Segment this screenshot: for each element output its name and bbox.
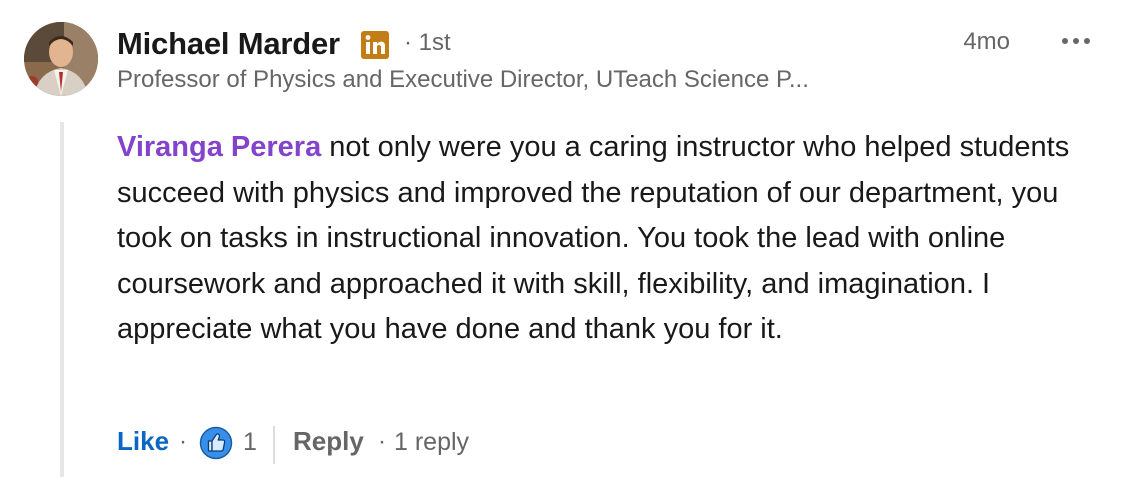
comment-item: Michael Marder · 1st 4mo Professor of Ph…	[0, 0, 1126, 478]
like-button[interactable]: Like	[117, 426, 169, 457]
separator-dot: ·	[179, 428, 187, 455]
like-reaction-icon[interactable]	[199, 426, 233, 460]
author-headline: Professor of Physics and Executive Direc…	[117, 66, 809, 93]
actions-divider	[273, 426, 275, 464]
more-options-button[interactable]	[1056, 24, 1096, 58]
comment-header: Michael Marder · 1st 4mo	[117, 24, 1102, 64]
comment-timestamp: 4mo	[963, 28, 1010, 55]
reaction-count[interactable]: 1	[243, 428, 257, 457]
linkedin-premium-icon	[361, 31, 389, 59]
comment-text: Viranga Perera not only were you a carin…	[117, 125, 1102, 353]
reply-button[interactable]: Reply	[293, 426, 364, 457]
reply-count-link[interactable]: 1 reply	[394, 428, 469, 457]
degree-label: 1st	[418, 29, 451, 56]
comment-actions: Like · 1 Reply · 1 reply	[117, 422, 1126, 466]
separator-dot: ·	[378, 428, 386, 455]
avatar[interactable]	[24, 22, 98, 96]
degree-separator: ·	[404, 29, 412, 56]
comment-body-text: not only were you a caring instructor wh…	[117, 131, 1070, 345]
thread-line	[60, 122, 64, 477]
avatar-photo	[24, 22, 98, 96]
ellipsis-icon	[1062, 38, 1090, 44]
author-name[interactable]: Michael Marder	[117, 26, 340, 62]
mention-link[interactable]: Viranga Perera	[117, 131, 321, 163]
connection-degree: · 1st	[404, 29, 451, 57]
